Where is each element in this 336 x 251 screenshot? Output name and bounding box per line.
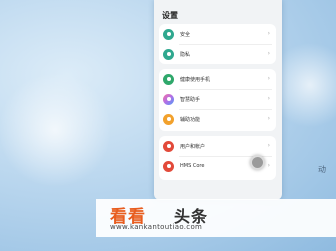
chevron-right-icon: › [267, 30, 270, 37]
divider [179, 89, 272, 90]
settings-item-smart-assistant[interactable]: 智慧助手 › [159, 89, 276, 109]
settings-item-privacy[interactable]: 隐私 › [159, 44, 276, 64]
watermark-banner: 看看 头条 www.kankantoutiao.com [96, 199, 336, 237]
page-title: 设置 [162, 11, 178, 20]
chevron-right-icon: › [267, 50, 270, 57]
chevron-right-icon: › [267, 75, 270, 82]
watermark-url: www.kankantoutiao.com [110, 223, 203, 231]
settings-item-label: 安全 [180, 31, 191, 38]
background-glow [0, 70, 110, 190]
settings-item-label: HMS Core [180, 163, 205, 169]
accessibility-icon [163, 113, 174, 125]
divider [179, 109, 272, 110]
settings-item-accessibility[interactable]: 辅助功能 › [159, 109, 276, 129]
settings-item-label: 用户和帐户 [180, 143, 206, 150]
settings-item-label: 隐私 [180, 51, 191, 58]
assistant-icon [163, 93, 174, 105]
chevron-right-icon: › [267, 142, 270, 149]
settings-group-security: 安全 › 隐私 › [159, 24, 276, 64]
floating-navigation-button[interactable] [250, 155, 265, 170]
settings-item-label: 辅助功能 [180, 116, 201, 123]
divider [179, 44, 272, 45]
settings-item-users-accounts[interactable]: 用户和帐户 › [159, 136, 276, 156]
settings-item-label: 智慧助手 [180, 96, 201, 103]
chevron-right-icon: › [267, 162, 270, 169]
settings-group-wellbeing: 健康使用手机 › 智慧助手 › 辅助功能 › [159, 69, 276, 131]
settings-item-security[interactable]: 安全 › [159, 24, 276, 44]
hourglass-icon [163, 73, 174, 85]
settings-item-label: 健康使用手机 [180, 76, 211, 83]
user-icon [163, 140, 174, 152]
privacy-icon [163, 48, 174, 60]
hms-icon [163, 160, 174, 172]
chevron-right-icon: › [267, 95, 270, 102]
side-text: 动 [318, 165, 326, 174]
settings-item-digital-balance[interactable]: 健康使用手机 › [159, 69, 276, 89]
shield-icon [163, 28, 174, 40]
settings-screen: 设置 安全 › 隐私 › 健康使用手机 › 智慧助手 › 辅助功能 › 用户和帐… [154, 0, 282, 200]
chevron-right-icon: › [267, 115, 270, 122]
